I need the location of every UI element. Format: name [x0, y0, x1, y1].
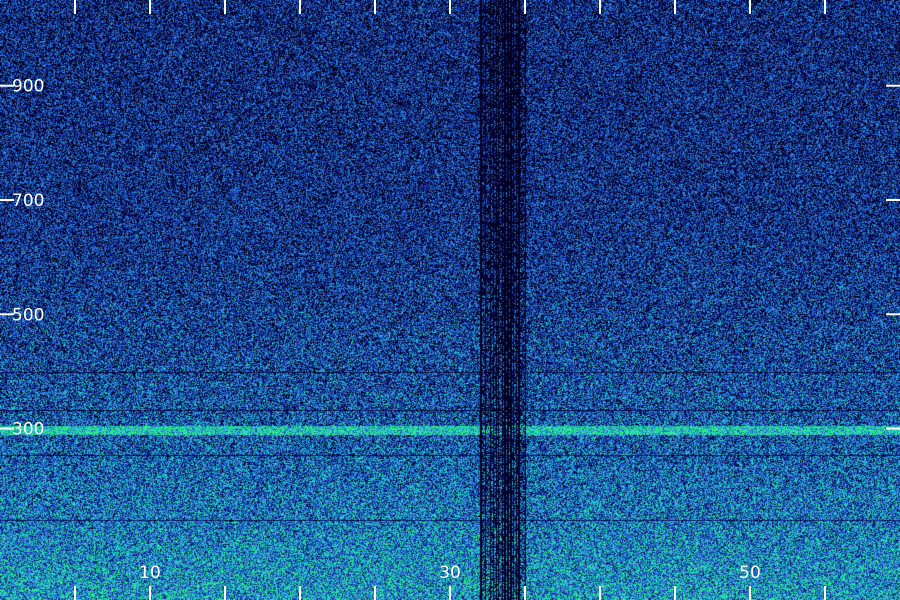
y-tick-label: 300 [12, 420, 44, 440]
x-tick-label: 50 [739, 563, 761, 583]
y-tick-label: 500 [12, 305, 44, 325]
axes-overlay: 10 30 50 300 500 700 900 [0, 0, 900, 600]
y-tick-label: 700 [12, 191, 44, 211]
x-tick-label: 10 [139, 563, 161, 583]
y-tick-label: 900 [12, 77, 44, 97]
x-tick-label: 30 [439, 563, 461, 583]
